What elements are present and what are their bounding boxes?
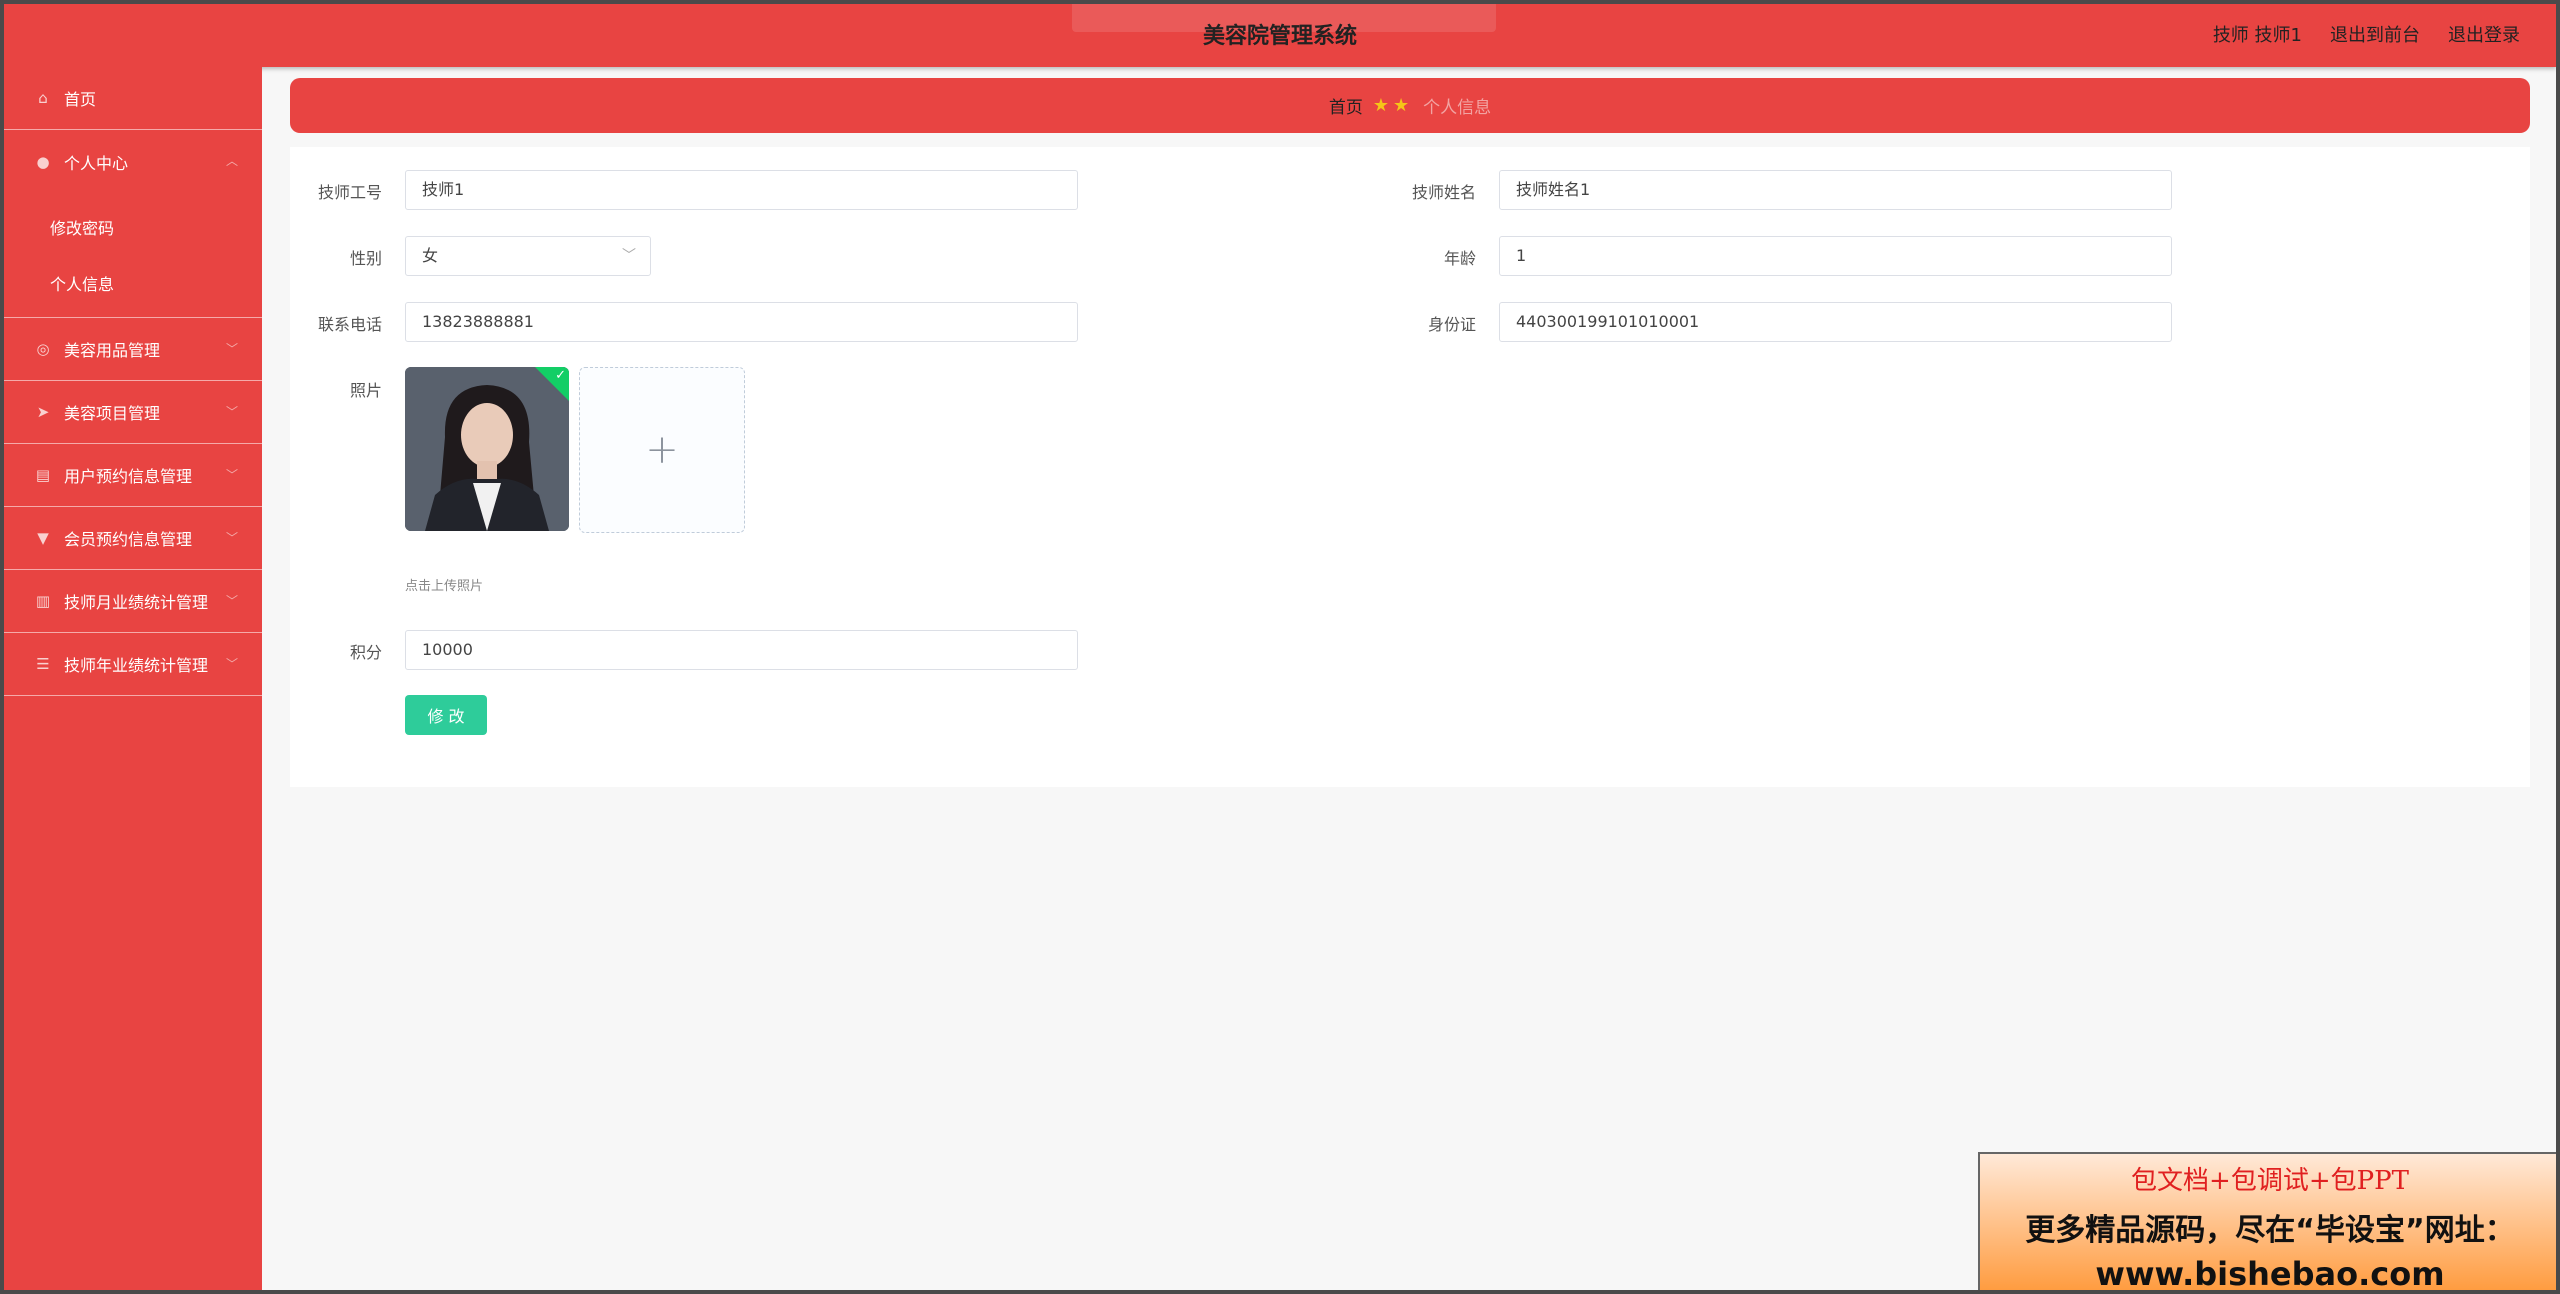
list-icon: ☰ bbox=[36, 655, 50, 673]
compass-icon: ◎ bbox=[36, 340, 50, 358]
chevron-down-icon: ﹀ bbox=[622, 248, 636, 264]
home-icon: ⌂ bbox=[38, 89, 48, 107]
id-card-input[interactable]: 440300199101010001 bbox=[1499, 302, 2172, 342]
sidebar-item-personal-info[interactable]: 个人信息 bbox=[4, 255, 262, 311]
sidebar-item-label: 美容用品管理 bbox=[64, 341, 161, 360]
phone-label: 联系电话 bbox=[317, 315, 382, 334]
sidebar-item-label: 会员预约信息管理 bbox=[64, 530, 193, 549]
plus-icon: + bbox=[645, 427, 679, 473]
phone-input[interactable]: 13823888881 bbox=[405, 302, 1078, 342]
sidebar-item-member-appointments[interactable]: ▼ 会员预约信息管理 ﹀ bbox=[4, 507, 262, 570]
profile-form: 技师工号 技师1 技师姓名 技师姓名1 性别 女 ﹀ 年龄 1 联系电话 138… bbox=[290, 147, 2530, 787]
age-label: 年龄 bbox=[1443, 249, 1476, 268]
chevron-down-icon: ﹀ bbox=[225, 594, 238, 608]
promo-line-3: www.bishebao.com bbox=[2095, 1255, 2445, 1293]
tech-id-label: 技师工号 bbox=[317, 183, 382, 202]
points-label: 积分 bbox=[349, 643, 382, 662]
to-front-link[interactable]: 退出到前台 bbox=[2330, 21, 2420, 47]
chevron-down-icon: ﹀ bbox=[225, 657, 238, 671]
bar-chart-icon: ▥ bbox=[35, 592, 51, 610]
promo-watermark: 包文档+包调试+包PPT 更多精品源码，尽在“毕设宝”网址： www.bishe… bbox=[1978, 1152, 2560, 1294]
top-bar: 美容院管理系统 技师 技师1 退出到前台 退出登录 bbox=[4, 0, 2556, 67]
upload-tip: 点击上传照片 bbox=[405, 579, 484, 594]
breadcrumb-current: 个人信息 bbox=[1423, 98, 1492, 118]
uploaded-photo[interactable]: ✓ bbox=[405, 367, 569, 531]
breadcrumb: 首页 ★★ 个人信息 bbox=[290, 78, 2530, 133]
star-separator-icon: ★★ bbox=[1372, 95, 1414, 116]
sidebar-item-label: 用户预约信息管理 bbox=[64, 467, 193, 486]
chevron-down-icon: ﹀ bbox=[225, 531, 238, 545]
logout-link[interactable]: 退出登录 bbox=[2448, 21, 2520, 47]
tech-name-label: 技师姓名 bbox=[1411, 183, 1476, 202]
sidebar-item-home[interactable]: ⌂ 首页 bbox=[4, 67, 262, 130]
promo-line-1: 包文档+包调试+包PPT bbox=[2131, 1166, 2409, 1196]
photo-upload-button[interactable]: + bbox=[579, 367, 745, 533]
modify-button[interactable]: 修 改 bbox=[405, 695, 487, 735]
id-card-label: 身份证 bbox=[1427, 315, 1476, 334]
points-input[interactable]: 10000 bbox=[405, 630, 1078, 670]
sidebar-item-personal-center[interactable]: ● 个人中心 ︿ bbox=[4, 130, 262, 193]
sidebar-item-label: 技师年业绩统计管理 bbox=[64, 656, 209, 675]
trophy-icon: ▼ bbox=[37, 529, 49, 547]
sidebar-item-label: 技师月业绩统计管理 bbox=[64, 593, 209, 612]
photo-label: 照片 bbox=[349, 381, 382, 400]
sidebar-item-yearly-performance[interactable]: ☰ 技师年业绩统计管理 ﹀ bbox=[4, 633, 262, 696]
gender-select[interactable]: 女 ﹀ bbox=[405, 236, 651, 276]
sidebar-item-label: 美容项目管理 bbox=[64, 404, 161, 423]
gender-label: 性别 bbox=[349, 249, 382, 268]
top-links: 技师 技师1 退出到前台 退出登录 bbox=[2213, 21, 2520, 47]
chevron-up-icon: ︿ bbox=[225, 154, 238, 168]
age-input[interactable]: 1 bbox=[1499, 236, 2172, 276]
gender-select-value: 女 bbox=[422, 246, 439, 265]
chevron-down-icon: ﹀ bbox=[225, 468, 238, 482]
promo-line-2: 更多精品源码，尽在“毕设宝”网址： bbox=[2025, 1213, 2515, 1248]
sidebar-item-change-password[interactable]: 修改密码 bbox=[4, 199, 262, 255]
tech-id-input[interactable]: 技师1 bbox=[405, 170, 1078, 210]
sidebar-item-monthly-performance[interactable]: ▥ 技师月业绩统计管理 ﹀ bbox=[4, 570, 262, 633]
sidebar-item-beauty-products[interactable]: ◎ 美容用品管理 ﹀ bbox=[4, 318, 262, 381]
user-icon: ● bbox=[36, 152, 50, 171]
breadcrumb-home[interactable]: 首页 bbox=[1329, 93, 1363, 118]
chevron-down-icon: ﹀ bbox=[225, 405, 238, 419]
sidebar-item-label: 首页 bbox=[64, 90, 97, 109]
sidebar-item-beauty-projects[interactable]: ➤ 美容项目管理 ﹀ bbox=[4, 381, 262, 444]
clipboard-icon: ▤ bbox=[35, 466, 51, 484]
sidebar-item-label: 个人中心 bbox=[64, 153, 129, 173]
sidebar-item-user-appointments[interactable]: ▤ 用户预约信息管理 ﹀ bbox=[4, 444, 262, 507]
submenu-personal-center: 修改密码 个人信息 bbox=[4, 193, 262, 318]
send-icon: ➤ bbox=[36, 403, 50, 421]
check-icon: ✓ bbox=[555, 368, 566, 383]
current-user-label[interactable]: 技师 技师1 bbox=[2213, 21, 2302, 47]
app-title: 美容院管理系统 bbox=[1202, 24, 1357, 49]
chevron-down-icon: ﹀ bbox=[225, 342, 238, 356]
sidebar: ⌂ 首页 ● 个人中心 ︿ 修改密码 个人信息 ◎ 美容用品管理 ﹀ ➤ 美容项… bbox=[4, 67, 262, 1290]
tech-name-input[interactable]: 技师姓名1 bbox=[1499, 170, 2172, 210]
